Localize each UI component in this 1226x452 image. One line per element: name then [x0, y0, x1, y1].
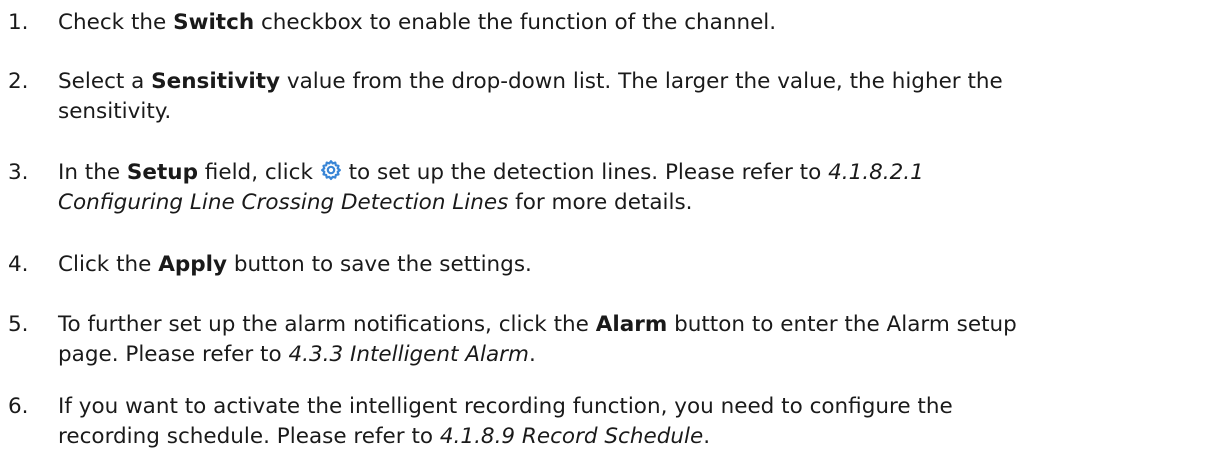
- text-run: recording schedule. Please refer to: [58, 424, 440, 449]
- step-line: page. Please refer to 4.3.3 Intelligent …: [58, 340, 1218, 370]
- step-line: Click the Apply button to save the setti…: [58, 250, 1218, 280]
- step-line: To further set up the alarm notification…: [58, 310, 1218, 340]
- text-run: .: [703, 424, 711, 449]
- text-run: In the: [58, 160, 127, 185]
- step-text: Click the Apply button to save the setti…: [58, 250, 1218, 280]
- ui-term: Apply: [158, 252, 227, 277]
- text-run: checkbox to enable the function of the c…: [254, 10, 777, 35]
- ui-term: Switch: [173, 10, 255, 35]
- step-line: Check the Switch checkbox to enable the …: [58, 8, 1218, 38]
- step-text: To further set up the alarm notification…: [58, 310, 1218, 370]
- section-reference: 4.1.8.9 Record Schedule: [439, 424, 704, 449]
- step-line: In the Setup field, click to set up the …: [58, 158, 1218, 188]
- text-run: page. Please refer to: [58, 342, 289, 367]
- step-line: recording schedule. Please refer to 4.1.…: [58, 422, 1218, 452]
- step-line: sensitivity.: [58, 99, 172, 124]
- ui-term: Sensitivity: [151, 69, 281, 94]
- ui-term: Setup: [126, 160, 198, 185]
- text-run: Check the: [58, 10, 174, 35]
- text-run: button to save the settings.: [227, 252, 532, 277]
- step-text: Check the Switch checkbox to enable the …: [58, 8, 1218, 38]
- text-run: to set up the detection lines. Please re…: [341, 160, 829, 185]
- section-reference: Configuring Line Crossing Detection Line…: [58, 190, 509, 215]
- step-number: 4.: [8, 252, 29, 277]
- step-number: 2.: [8, 69, 29, 94]
- step-number: 1.: [8, 10, 29, 35]
- step-text: If you want to activate the intelligent …: [58, 392, 1218, 452]
- step-number: 3.: [8, 160, 29, 185]
- step-line: Select a Sensitivity value from the drop…: [58, 67, 1218, 97]
- ui-term: Alarm: [595, 312, 668, 337]
- text-run: for more details.: [508, 190, 693, 215]
- text-run: Select a: [58, 69, 152, 94]
- text-run: .: [528, 342, 536, 367]
- step-number: 6.: [8, 394, 29, 419]
- step-line: Configuring Line Crossing Detection Line…: [58, 188, 1218, 218]
- step-number: 5.: [8, 312, 29, 337]
- step-line: If you want to activate the intelligent …: [58, 394, 953, 419]
- text-run: Click the: [58, 252, 159, 277]
- section-reference: 4.1.8.2.1: [828, 160, 924, 185]
- text-run: To further set up the alarm notification…: [58, 312, 596, 337]
- text-run: field, click: [197, 160, 320, 185]
- step-text: In the Setup field, click to set up the …: [58, 158, 1218, 218]
- step-text: Select a Sensitivity value from the drop…: [58, 67, 1218, 127]
- text-run: value from the drop-down list. The large…: [280, 69, 1003, 94]
- gear-icon: [320, 159, 342, 181]
- text-run: button to enter the Alarm setup: [667, 312, 1017, 337]
- section-reference: 4.3.3 Intelligent Alarm: [288, 342, 529, 367]
